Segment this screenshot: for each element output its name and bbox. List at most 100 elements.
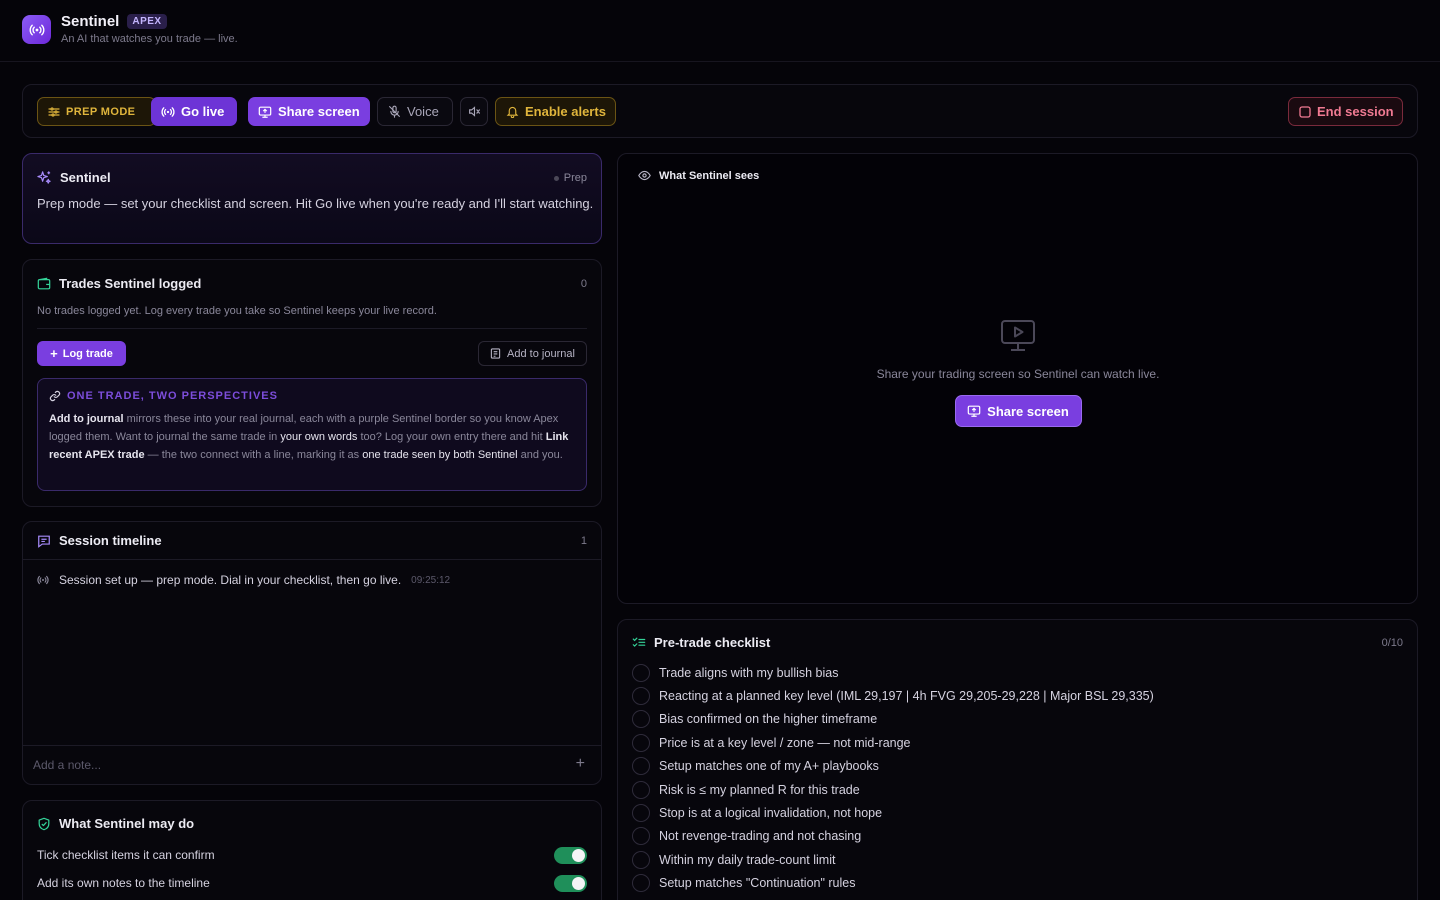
- go-live-button[interactable]: Go live: [151, 97, 237, 126]
- brand: Sentinel APEX: [61, 13, 167, 30]
- checklist-item-label: Setup matches one of my A+ playbooks: [659, 759, 879, 774]
- trades-divider: [37, 328, 587, 329]
- sees-empty-text: Share your trading screen so Sentinel ca…: [876, 367, 1160, 381]
- share-screen-button[interactable]: Share screen: [248, 97, 370, 126]
- log-trade-button[interactable]: + Log trade: [37, 341, 126, 366]
- eye-icon: [638, 170, 651, 181]
- stop-square-icon: [1299, 105, 1311, 118]
- trades-card-title: Trades Sentinel logged: [37, 276, 201, 291]
- checklist-item[interactable]: Not revenge-trading and not chasing: [632, 825, 1154, 848]
- timeline-entry-time: 09:25:12: [411, 574, 451, 586]
- add-to-journal-emphasis: Add to journal: [49, 413, 124, 425]
- one-trade-emphasis: one trade seen by both Sentinel: [362, 449, 518, 461]
- checklist-item-label: Bias confirmed on the higher timeframe: [659, 712, 878, 727]
- timeline-divider: [23, 559, 601, 560]
- go-live-label: Go live: [181, 104, 225, 119]
- sentinel-card-title: Sentinel: [37, 170, 111, 185]
- prep-mode-button[interactable]: PREP MODE: [37, 97, 156, 126]
- perspectives-text-part: too? Log your own entry there and hit: [357, 431, 546, 443]
- perspectives-callout: ONE TRADE, TWO PERSPECTIVES Add to journ…: [37, 378, 587, 491]
- timeline-entry-text: Session set up — prep mode. Dial in your…: [59, 573, 402, 587]
- perspectives-title-text: ONE TRADE, TWO PERSPECTIVES: [67, 390, 278, 402]
- end-session-button[interactable]: End session: [1288, 97, 1403, 126]
- add-note-input[interactable]: [33, 753, 553, 777]
- pretrade-checklist-card: Pre-trade checklist 0/10 Trade aligns wi…: [617, 619, 1418, 900]
- checkbox-circle[interactable]: [632, 733, 650, 752]
- enable-alerts-label: Enable alerts: [525, 104, 606, 119]
- shield-check-icon: [38, 817, 50, 830]
- trades-count: 0: [580, 278, 587, 290]
- checklist-item-label: Setup matches "Continuation" rules: [659, 876, 856, 891]
- broadcast-icon: [161, 106, 175, 117]
- checkbox-circle[interactable]: [632, 780, 650, 799]
- checklist-item-label: Not revenge-trading and not chasing: [659, 829, 862, 844]
- permissions-card-title: What Sentinel may do: [37, 816, 194, 831]
- apex-badge: APEX: [127, 14, 167, 29]
- wallet-icon: [37, 277, 51, 289]
- speaker-muted-icon: [468, 106, 480, 117]
- checkbox-circle[interactable]: [632, 663, 650, 682]
- checkbox-circle[interactable]: [632, 757, 650, 776]
- screen-preview-card: What Sentinel sees Share your trading sc…: [617, 153, 1418, 604]
- checklist-item-label: Trade aligns with my bullish bias: [659, 665, 839, 680]
- list-checks-icon: [632, 637, 646, 647]
- checklist-item[interactable]: Trade aligns with my bullish bias: [632, 661, 1154, 684]
- checkbox-circle[interactable]: [632, 804, 650, 823]
- log-trade-label: Log trade: [62, 347, 113, 360]
- permission-tick-checklist: Tick checklist items it can confirm: [37, 848, 215, 862]
- screen-share-icon: [967, 405, 981, 417]
- voice-button[interactable]: Voice: [377, 97, 453, 126]
- checklist-card-title: Pre-trade checklist: [632, 635, 770, 650]
- perspectives-title: ONE TRADE, TWO PERSPECTIVES: [49, 390, 278, 402]
- trades-empty-text: No trades logged yet. Log every trade yo…: [37, 305, 437, 317]
- checklist-item-label: Reacting at a planned key level (IML 29,…: [659, 689, 1154, 704]
- checklist-items: Trade aligns with my bullish bias Reacti…: [632, 661, 1154, 895]
- sliders-icon: [48, 106, 60, 117]
- checklist-item[interactable]: Setup matches "Continuation" rules: [632, 872, 1154, 895]
- add-notes-toggle[interactable]: [554, 875, 587, 892]
- checkbox-circle[interactable]: [632, 874, 650, 893]
- timeline-card-title: Session timeline: [37, 533, 162, 548]
- tick-checklist-toggle[interactable]: [554, 847, 587, 864]
- timeline-count: 1: [580, 535, 587, 547]
- screen-empty-state: Share your trading screen so Sentinel ca…: [868, 319, 1168, 427]
- sparkles-icon: [37, 171, 51, 184]
- share-screen-cta-button[interactable]: Share screen: [954, 395, 1082, 427]
- checklist-item[interactable]: Bias confirmed on the higher timeframe: [632, 708, 1154, 731]
- message-square-icon: [38, 535, 50, 548]
- link-icon: [49, 390, 61, 402]
- checklist-item[interactable]: Risk is ≤ my planned R for this trade: [632, 778, 1154, 801]
- checklist-item[interactable]: Price is at a key level / zone — not mid…: [632, 731, 1154, 754]
- mute-button[interactable]: [460, 97, 488, 126]
- session-toolbar: PREP MODE Go live Share screen Voice Ena…: [22, 84, 1418, 138]
- plus-icon: +: [50, 346, 58, 361]
- checkbox-circle[interactable]: [632, 710, 650, 729]
- monitor-play-icon: [1001, 320, 1035, 351]
- checklist-item-label: Price is at a key level / zone — not mid…: [659, 735, 911, 750]
- mic-off-icon: [389, 105, 400, 118]
- checklist-item[interactable]: Within my daily trade-count limit: [632, 848, 1154, 871]
- end-session-label: End session: [1317, 104, 1394, 119]
- tagline: An AI that watches you trade — live.: [61, 33, 238, 45]
- share-screen-cta-label: Share screen: [987, 403, 1069, 419]
- checklist-item[interactable]: Reacting at a planned key level (IML 29,…: [632, 684, 1154, 707]
- checklist-item-label: Stop is at a logical invalidation, not h…: [659, 806, 883, 821]
- trades-title: Trades Sentinel logged: [59, 276, 202, 291]
- share-screen-label: Share screen: [278, 104, 360, 119]
- broadcast-logo-icon: [22, 15, 51, 44]
- checklist-item[interactable]: Stop is at a logical invalidation, not h…: [632, 801, 1154, 824]
- screen-share-icon: [258, 106, 272, 118]
- sentinel-message-card: Sentinel Prep Prep mode — set your check…: [22, 153, 602, 244]
- enable-alerts-button[interactable]: Enable alerts: [495, 97, 616, 126]
- sentinel-name: Sentinel: [60, 170, 111, 185]
- checklist-title: Pre-trade checklist: [654, 635, 771, 650]
- add-to-journal-label: Add to journal: [507, 347, 575, 360]
- journal-icon: [490, 348, 501, 359]
- sees-title: What Sentinel sees: [659, 169, 760, 182]
- checkbox-circle[interactable]: [632, 687, 650, 706]
- checklist-item[interactable]: Setup matches one of my A+ playbooks: [632, 755, 1154, 778]
- add-note-plus-icon[interactable]: +: [576, 755, 585, 773]
- checkbox-circle[interactable]: [632, 827, 650, 846]
- checkbox-circle[interactable]: [632, 850, 650, 869]
- add-to-journal-button[interactable]: Add to journal: [478, 341, 587, 366]
